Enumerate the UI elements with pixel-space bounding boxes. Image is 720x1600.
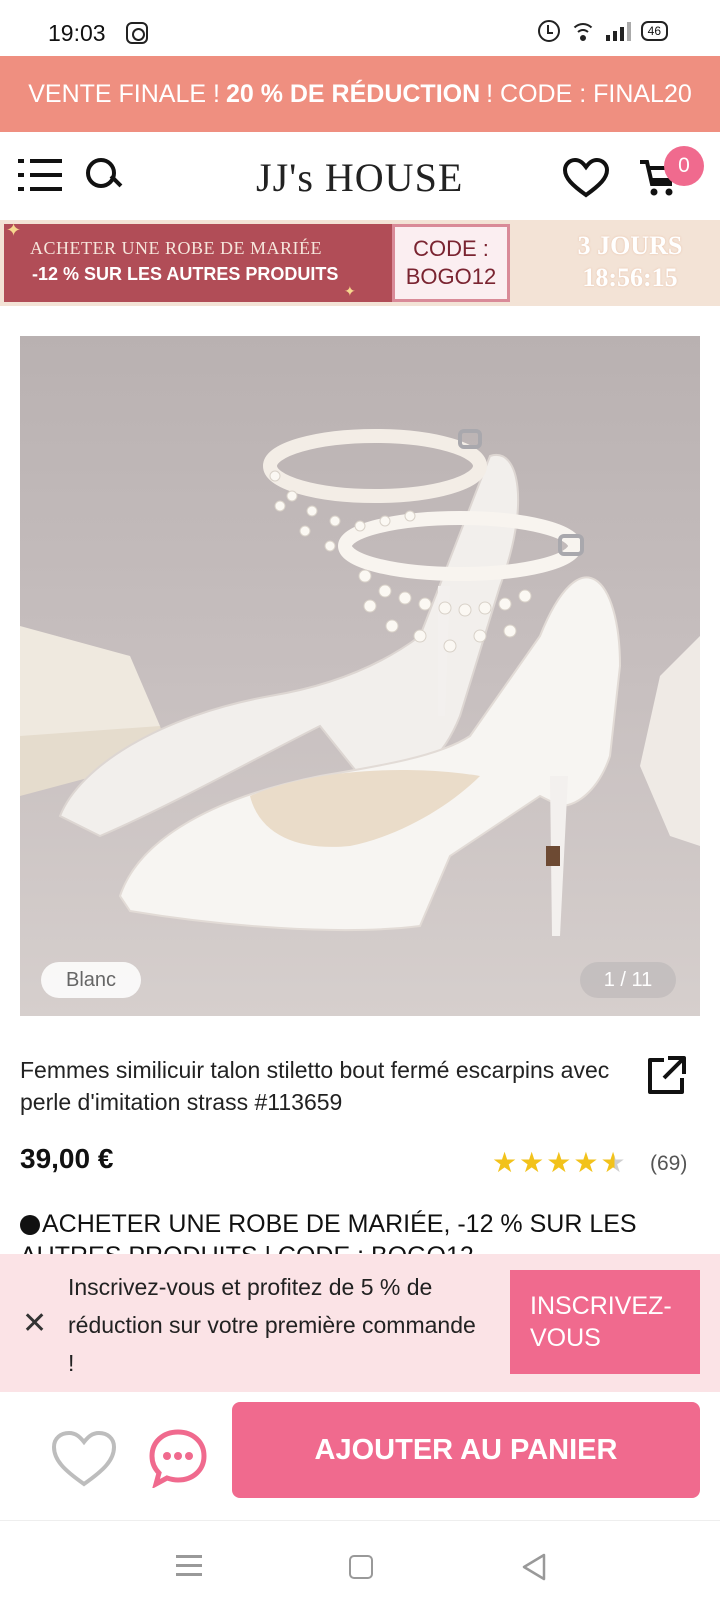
home-icon[interactable] bbox=[349, 1555, 373, 1579]
offer-code-value: BOGO12 bbox=[405, 264, 497, 289]
system-nav-bar bbox=[0, 1520, 720, 1600]
newsletter-text: Inscrivez-vous et profitez de 5 % de réd… bbox=[68, 1274, 476, 1376]
close-icon[interactable]: ✕ bbox=[22, 1306, 47, 1341]
recent-apps-icon[interactable] bbox=[176, 1555, 202, 1577]
promo-badge-icon bbox=[20, 1215, 40, 1236]
chat-icon[interactable] bbox=[148, 1428, 208, 1488]
sparkle-icon: ✦ bbox=[344, 284, 356, 300]
status-time: 19:03 bbox=[48, 20, 106, 46]
wishlist-heart-icon[interactable] bbox=[562, 158, 610, 198]
star-icon: ★ bbox=[546, 1146, 572, 1179]
offer-countdown: 3 JOURS 18:56:15 bbox=[546, 230, 714, 294]
wifi-icon bbox=[569, 21, 596, 41]
half-star-icon: ★ bbox=[600, 1146, 626, 1179]
product-image[interactable] bbox=[20, 336, 700, 1016]
promo-text-3: ! CODE : FINAL20 bbox=[486, 79, 692, 108]
wishlist-heart-icon[interactable] bbox=[50, 1430, 118, 1488]
countdown-days: 3 JOURS bbox=[577, 231, 683, 260]
battery-indicator: 46 bbox=[640, 21, 668, 41]
site-logo[interactable]: JJ's HOUSE bbox=[256, 154, 463, 201]
product-promo-text: ACHETER UNE ROBE DE MARIÉE, -12 % SUR LE… bbox=[20, 1210, 637, 1254]
offer-code-label: CODE : bbox=[413, 236, 489, 261]
signup-button[interactable]: INSCRIVEZ-VOUS bbox=[510, 1270, 700, 1374]
shoe-illustration bbox=[20, 429, 700, 936]
share-icon[interactable] bbox=[644, 1054, 688, 1098]
offer-line-1: ACHETER UNE ROBE DE MARIÉE bbox=[30, 238, 322, 258]
signal-icon bbox=[605, 21, 631, 41]
bottom-actions: AJOUTER AU PANIER bbox=[0, 1392, 720, 1520]
color-chip[interactable]: Blanc bbox=[41, 962, 141, 998]
alarm-icon bbox=[537, 20, 560, 42]
back-icon[interactable] bbox=[520, 1551, 548, 1583]
promo-text-1: VENTE FINALE ! bbox=[28, 79, 220, 108]
image-counter: 1 / 11 bbox=[580, 962, 676, 998]
star-icon: ★ bbox=[573, 1146, 599, 1179]
promo-text-2: 20 % DE RÉDUCTION bbox=[225, 79, 481, 108]
product-promo-line[interactable]: ACHETER UNE ROBE DE MARIÉE, -12 % SUR LE… bbox=[20, 1208, 700, 1254]
offer-strip[interactable]: ✦ ✦ ACHETER UNE ROBE DE MARIÉE -12 % SUR… bbox=[0, 220, 720, 306]
product-title: Femmes similicuir talon stiletto bout fe… bbox=[20, 1057, 610, 1115]
site-header: JJ's HOUSE bbox=[0, 132, 720, 220]
product-price: 39,00 € bbox=[20, 1143, 114, 1174]
search-icon[interactable] bbox=[86, 158, 122, 194]
offer-code-box: CODE : BOGO12 bbox=[392, 224, 510, 302]
promo-banner[interactable]: VENTE FINALE ! 20 % DE RÉDUCTION ! CODE … bbox=[0, 56, 720, 132]
rating-stars[interactable]: ★ ★ ★ ★ ★ bbox=[492, 1148, 626, 1178]
menu-icon[interactable] bbox=[18, 157, 62, 193]
add-to-cart-button[interactable]: AJOUTER AU PANIER bbox=[232, 1402, 700, 1498]
review-count[interactable]: (69) bbox=[650, 1152, 687, 1176]
status-icons: 46 bbox=[537, 20, 668, 42]
star-icon: ★ bbox=[519, 1146, 545, 1179]
newsletter-bar: ✕ Inscrivez-vous et profitez de 5 % de r… bbox=[0, 1254, 720, 1392]
star-icon: ★ bbox=[492, 1146, 518, 1179]
status-bar: 19:03 46 bbox=[0, 0, 720, 56]
cart-count-badge: 0 bbox=[664, 146, 704, 186]
countdown-clock: 18:56:15 bbox=[582, 263, 678, 292]
instagram-icon bbox=[126, 22, 148, 44]
offer-line-2: -12 % SUR LES AUTRES PRODUITS bbox=[32, 264, 339, 284]
sparkle-icon: ✦ bbox=[6, 220, 22, 241]
